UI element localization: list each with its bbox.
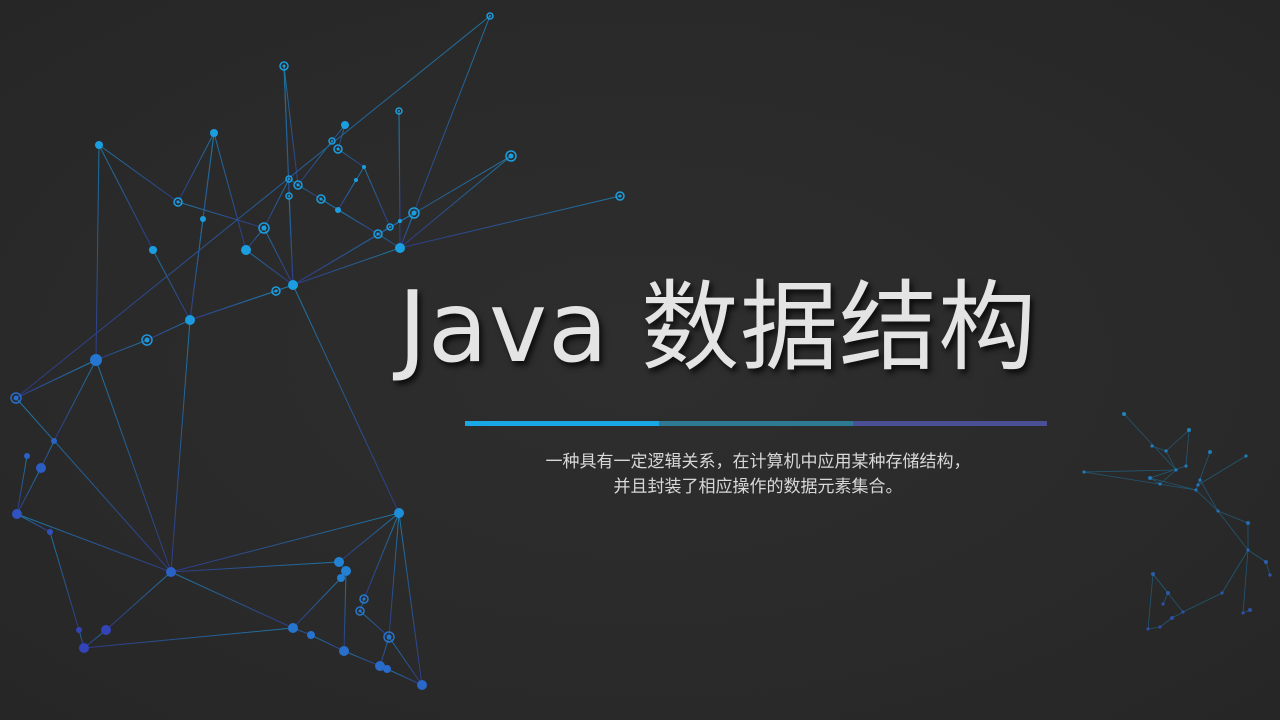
page-title: Java 数据结构 [398, 271, 1038, 385]
subtitle-line-2: 并且封装了相应操作的数据元素集合。 [613, 477, 903, 497]
subtitle-line-1: 一种具有一定逻辑关系，在计算机中应用某种存储结构， [545, 452, 971, 472]
slide: Java 数据结构 一种具有一定逻辑关系，在计算机中应用某种存储结构， 并且封装… [0, 0, 1280, 720]
divider-segment-blue [465, 421, 659, 426]
subtitle: 一种具有一定逻辑关系，在计算机中应用某种存储结构， 并且封装了相应操作的数据元素… [440, 450, 1076, 500]
divider-segment-teal [659, 421, 853, 426]
divider-segment-purple [853, 421, 1047, 426]
title-divider [465, 421, 1047, 426]
